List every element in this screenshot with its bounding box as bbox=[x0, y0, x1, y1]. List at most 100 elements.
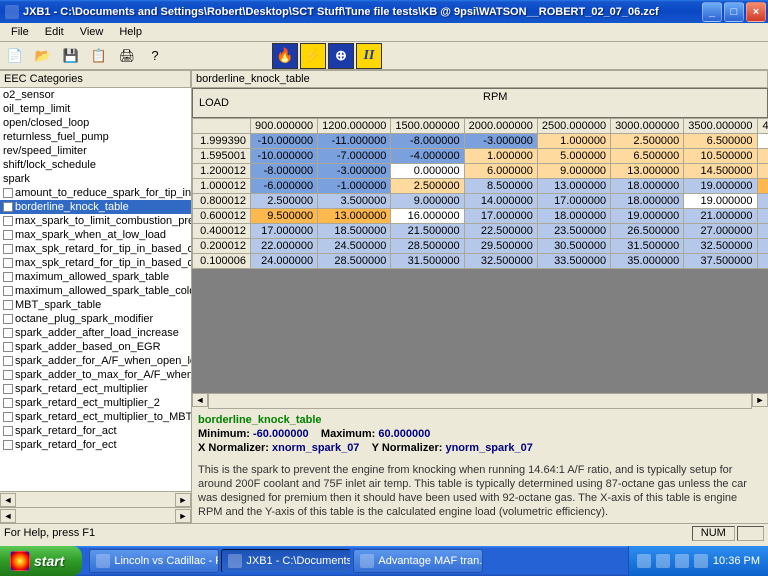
tree-item[interactable]: o2_sensor bbox=[0, 88, 191, 102]
checkbox-icon[interactable] bbox=[3, 230, 13, 240]
tray-icon[interactable] bbox=[656, 554, 670, 568]
tray-icon[interactable] bbox=[694, 554, 708, 568]
grid-cell[interactable]: 16.000000 bbox=[391, 209, 464, 224]
grid-cell[interactable]: 18.000000 bbox=[611, 194, 684, 209]
checkbox-icon[interactable] bbox=[3, 202, 13, 212]
feature-icon-4[interactable]: II bbox=[356, 43, 382, 69]
grid-cell[interactable]: 14.500000 bbox=[684, 164, 757, 179]
tree-item[interactable]: spark_adder_based_on_EGR bbox=[0, 340, 191, 354]
grid-cell[interactable]: -11.000000 bbox=[318, 134, 391, 149]
grid-cell[interactable]: 37.500000 bbox=[684, 254, 757, 269]
grid-cell[interactable]: 28.500000 bbox=[391, 239, 464, 254]
grid-cell[interactable]: 10.500000 bbox=[684, 149, 757, 164]
col-header[interactable]: 2500.000000 bbox=[537, 119, 610, 134]
tray-icon[interactable] bbox=[637, 554, 651, 568]
grid-cell[interactable]: 0.000000 bbox=[391, 164, 464, 179]
data-grid[interactable]: LOAD RPM 900.0000001200.0000001500.00000… bbox=[192, 88, 768, 269]
tree-item[interactable]: octane_plug_spark_modifier bbox=[0, 312, 191, 326]
help-icon[interactable]: ? bbox=[144, 45, 166, 67]
tree-item[interactable]: oil_temp_limit bbox=[0, 102, 191, 116]
grid-cell[interactable]: 21.500000 bbox=[391, 224, 464, 239]
grid-hscroll[interactable]: ◄ ► bbox=[192, 393, 768, 409]
grid-cell[interactable]: 22.000000 bbox=[251, 239, 318, 254]
tree-item[interactable]: spark bbox=[0, 172, 191, 186]
grid-cell[interactable]: -8.000000 bbox=[391, 134, 464, 149]
feature-icon-3[interactable]: ⊕ bbox=[328, 43, 354, 69]
grid-cell[interactable]: 32.500000 bbox=[684, 239, 757, 254]
taskbar-button[interactable]: Lincoln vs Cadillac - R... bbox=[89, 549, 219, 573]
scroll-left-icon[interactable]: ◄ bbox=[0, 493, 16, 507]
col-header[interactable]: 1200.000000 bbox=[318, 119, 391, 134]
scroll-right-icon[interactable]: ► bbox=[175, 509, 191, 523]
tree-item[interactable]: spark_adder_to_max_for_A/F_when_open bbox=[0, 368, 191, 382]
open-button[interactable]: 📂 bbox=[32, 45, 54, 67]
grid-cell[interactable]: -4.000000 bbox=[391, 149, 464, 164]
tree-item[interactable]: max_spk_retard_for_tip_in_based_on_air_ bbox=[0, 242, 191, 256]
grid-cell[interactable]: 17.000000 bbox=[251, 224, 318, 239]
grid-cell[interactable]: 9.000000 bbox=[537, 164, 610, 179]
row-header[interactable]: 0.800012 bbox=[193, 194, 251, 209]
grid-cell[interactable]: 9.500000 bbox=[251, 209, 318, 224]
system-tray[interactable]: 10:36 PM bbox=[628, 546, 768, 576]
grid-cell[interactable]: 13.000000 bbox=[537, 179, 610, 194]
grid-cell[interactable]: 8.5000 bbox=[757, 134, 768, 149]
feature-icon-2[interactable]: ⚡ bbox=[300, 43, 326, 69]
col-header[interactable]: 900.000000 bbox=[251, 119, 318, 134]
grid-cell[interactable]: 20.0000 bbox=[757, 179, 768, 194]
grid-cell[interactable]: 5.000000 bbox=[537, 149, 610, 164]
checkbox-icon[interactable] bbox=[3, 314, 13, 324]
row-header[interactable]: 1.000012 bbox=[193, 179, 251, 194]
grid-cell[interactable]: 6.500000 bbox=[611, 149, 684, 164]
grid-cell[interactable]: 6.000000 bbox=[464, 164, 537, 179]
row-header[interactable]: 0.600012 bbox=[193, 209, 251, 224]
grid-cell[interactable]: 12.5000 bbox=[757, 149, 768, 164]
row-header[interactable]: 0.200012 bbox=[193, 239, 251, 254]
grid-cell[interactable]: -10.000000 bbox=[251, 134, 318, 149]
tree-item[interactable]: open/closed_loop bbox=[0, 116, 191, 130]
grid-cell[interactable]: 27.000000 bbox=[684, 224, 757, 239]
grid-cell[interactable]: -1.000000 bbox=[318, 179, 391, 194]
col-header[interactable]: 3500.000000 bbox=[684, 119, 757, 134]
grid-cell[interactable]: 17.000000 bbox=[464, 209, 537, 224]
grid-cell[interactable]: 3.500000 bbox=[318, 194, 391, 209]
grid-cell[interactable]: -7.000000 bbox=[318, 149, 391, 164]
tree-item[interactable]: max_spark_to_limit_combustion_pressure bbox=[0, 214, 191, 228]
menu-view[interactable]: View bbox=[73, 25, 111, 39]
tree-item[interactable]: spark_retard_ect_multiplier_to_MBT bbox=[0, 410, 191, 424]
grid-cell[interactable]: 18.000000 bbox=[537, 209, 610, 224]
taskbar-button[interactable]: Advantage MAF tran... bbox=[353, 549, 483, 573]
start-button[interactable]: start bbox=[0, 546, 82, 576]
scroll-right-icon[interactable]: ► bbox=[175, 493, 191, 507]
grid-cell[interactable]: 23.0000 bbox=[757, 209, 768, 224]
minimize-button[interactable]: _ bbox=[702, 2, 722, 22]
tree-item[interactable]: spark_retard_ect_multiplier bbox=[0, 382, 191, 396]
tree-item[interactable]: rev/speed_limiter bbox=[0, 144, 191, 158]
grid-cell[interactable]: 35.000000 bbox=[611, 254, 684, 269]
grid-cell[interactable]: 30.500000 bbox=[537, 239, 610, 254]
grid-cell[interactable]: 22.500000 bbox=[464, 224, 537, 239]
tree-item[interactable]: max_spark_when_at_low_load bbox=[0, 228, 191, 242]
checkbox-icon[interactable] bbox=[3, 426, 13, 436]
checkbox-icon[interactable] bbox=[3, 300, 13, 310]
grid-cell[interactable]: -3.000000 bbox=[318, 164, 391, 179]
new-button[interactable]: 📄 bbox=[4, 45, 26, 67]
checkbox-icon[interactable] bbox=[3, 286, 13, 296]
taskbar-button[interactable]: JXB1 - C:\Documents ... bbox=[221, 549, 351, 573]
row-header[interactable]: 0.400012 bbox=[193, 224, 251, 239]
grid-cell[interactable]: 18.000000 bbox=[611, 179, 684, 194]
scroll-left-icon[interactable]: ◄ bbox=[192, 393, 208, 407]
sidebar-hscroll[interactable]: ◄ ► bbox=[0, 491, 191, 507]
col-header[interactable]: 2000.000000 bbox=[464, 119, 537, 134]
row-header[interactable]: 1.999390 bbox=[193, 134, 251, 149]
checkbox-icon[interactable] bbox=[3, 258, 13, 268]
row-header[interactable]: 0.100006 bbox=[193, 254, 251, 269]
checkbox-icon[interactable] bbox=[3, 188, 13, 198]
checkbox-icon[interactable] bbox=[3, 244, 13, 254]
print-button[interactable]: 🖨 bbox=[116, 45, 138, 67]
copy-button[interactable]: 📋 bbox=[88, 45, 110, 67]
feature-icon-1[interactable]: 🔥 bbox=[272, 43, 298, 69]
save-button[interactable]: 💾 bbox=[60, 45, 82, 67]
tree-item[interactable]: maximum_allowed_spark_table bbox=[0, 270, 191, 284]
grid-cell[interactable]: 23.500000 bbox=[537, 224, 610, 239]
grid-cell[interactable]: 1.000000 bbox=[464, 149, 537, 164]
